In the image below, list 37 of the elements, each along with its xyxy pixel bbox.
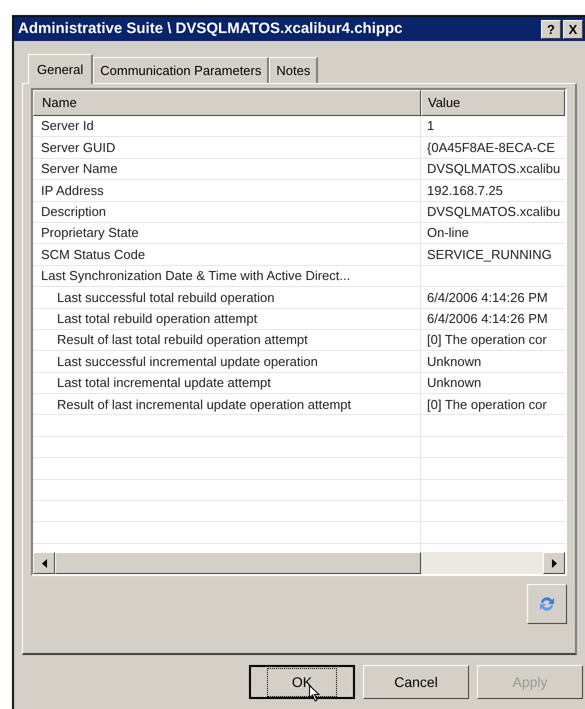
property-value: Unknown (427, 374, 482, 392)
window-title: Administrative Suite \ DVSQLMATOS.xcalibur4.chippc (18, 18, 404, 39)
property-value: [0] The operation cor (427, 331, 547, 350)
tab[interactable]: Communication Parameters (93, 57, 270, 83)
property-name: Last successful incremental update operation (57, 352, 318, 371)
property-value: On-line (427, 224, 469, 242)
property-name: Last Synchronization Date & Time with Active Direct... (41, 267, 350, 286)
property-value: 6/4/2006 4:14:26 PM (427, 310, 548, 328)
property-value: 1 (427, 117, 434, 136)
property-value: DVSQLMATOS.xcalibu (427, 203, 560, 221)
column-header[interactable]: Name (33, 90, 421, 116)
property-name: Result of last incremental update operation attempt (57, 396, 352, 414)
property-value: {0A45F8AE-8ECA-CE (427, 138, 555, 157)
property-name: Description (41, 203, 106, 221)
property-value: 6/4/2006 4:14:26 PM (427, 288, 548, 307)
tab[interactable]: General (28, 54, 94, 84)
property-name: Server Id (41, 117, 94, 136)
property-value: SERVICE_RUNNING (427, 246, 552, 264)
property-name: Last total incremental update attempt (57, 374, 271, 392)
property-name: Last total rebuild operation attempt (57, 310, 258, 328)
property-value: [0] The operation cor (427, 396, 547, 414)
dialog-button[interactable]: Cancel (363, 665, 469, 699)
property-value: 192.168.7.25 (427, 182, 503, 200)
close-button[interactable]: X (563, 20, 583, 38)
dialog-button[interactable]: OK (249, 665, 355, 699)
property-value: DVSQLMATOS.xcalibu (427, 160, 560, 178)
column-header[interactable]: Value (421, 90, 565, 116)
property-name: Proprietary State (41, 224, 139, 242)
property-name: Server GUID (41, 138, 116, 157)
property-name: IP Address (41, 182, 104, 200)
property-value: Unknown (427, 352, 482, 371)
tab[interactable]: Notes (269, 57, 318, 83)
property-name: Last successful total rebuild operation (57, 288, 275, 307)
property-name: Server Name (41, 160, 118, 178)
property-name: SCM Status Code (41, 246, 146, 264)
help-button[interactable]: ? (541, 20, 561, 38)
property-name: Result of last total rebuild operation attempt (57, 331, 308, 350)
